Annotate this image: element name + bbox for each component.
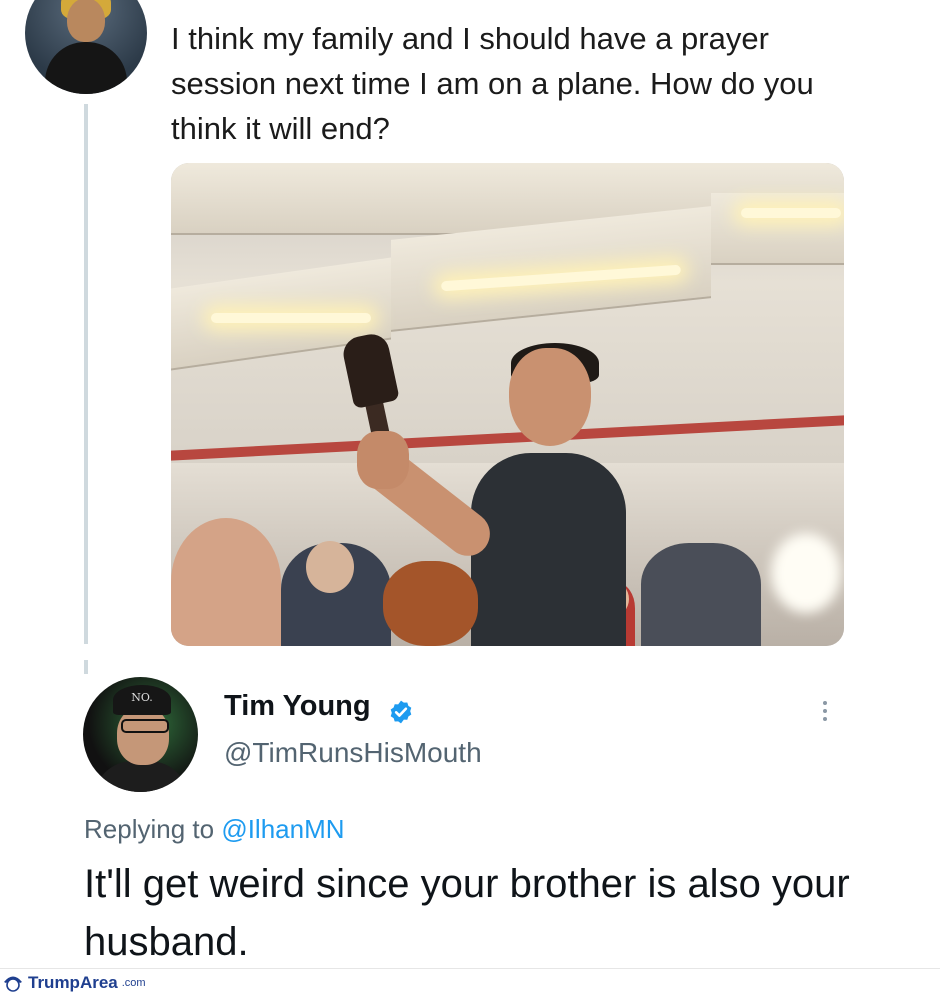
watermark-brand: TrumpArea bbox=[28, 972, 118, 992]
tweet-media-photo[interactable] bbox=[171, 163, 844, 646]
watermark: TrumpArea .com bbox=[2, 970, 146, 995]
thread-connector-line bbox=[84, 104, 88, 644]
replying-to-mention-link[interactable]: @IlhanMN bbox=[221, 814, 344, 844]
replying-to-prefix: Replying to bbox=[84, 814, 222, 844]
watermark-suffix: .com bbox=[121, 976, 146, 989]
divider bbox=[0, 968, 940, 969]
more-options-icon[interactable] bbox=[815, 697, 835, 727]
watermark-logo-icon bbox=[4, 976, 22, 992]
reply-author-avatar[interactable]: NO. bbox=[83, 677, 198, 792]
original-author-avatar[interactable] bbox=[25, 0, 147, 94]
reply-tweet-text: It'll get weird since your brother is al… bbox=[84, 862, 850, 964]
thread-connector-line bbox=[84, 660, 88, 674]
original-tweet-text: I think my family and I should have a pr… bbox=[171, 21, 814, 146]
reply-author-handle[interactable]: @TimRunsHisMouth bbox=[224, 737, 482, 769]
replying-to-line: Replying to @IlhanMN bbox=[84, 814, 345, 845]
reply-author-name[interactable]: Tim Young bbox=[224, 690, 371, 723]
verified-badge-icon bbox=[390, 700, 412, 724]
original-author-header-cropped bbox=[170, 0, 630, 6]
